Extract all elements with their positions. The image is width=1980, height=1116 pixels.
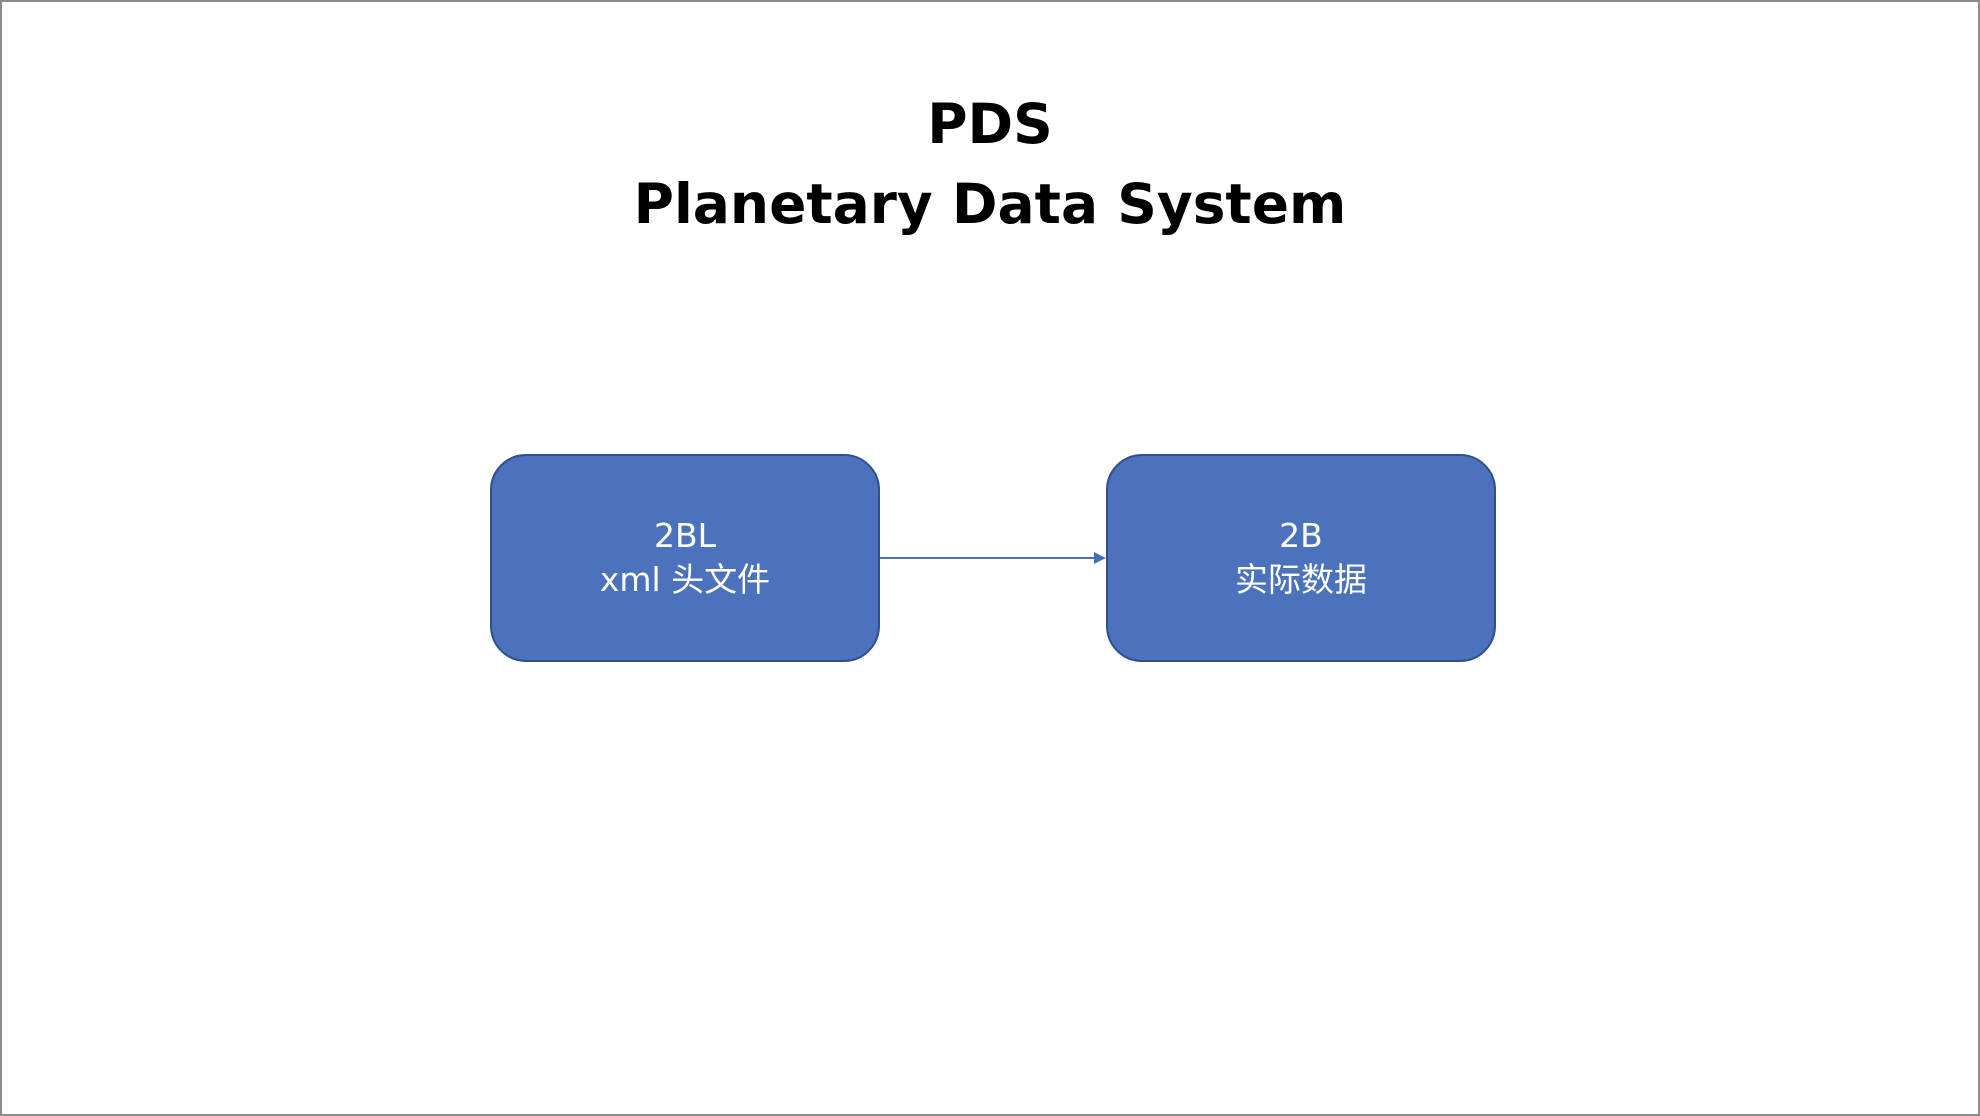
node-header-file-code: 2BL [653,516,717,555]
slide-canvas: PDS Planetary Data System 2BL xml 头文件 2B… [0,0,1980,1116]
node-actual-data: 2B 实际数据 [1106,454,1496,662]
connector-arrow-head [1094,552,1106,564]
node-header-file: 2BL xml 头文件 [490,454,880,662]
node-actual-data-code: 2B [1279,516,1323,555]
title-line-abbreviation: PDS [927,92,1053,156]
connector-arrow [880,552,1106,564]
title-line-full-name: Planetary Data System [633,172,1347,236]
page-title: PDS Planetary Data System [2,84,1978,244]
node-header-file-label: xml 头文件 [599,560,771,599]
node-actual-data-label: 实际数据 [1235,560,1367,599]
